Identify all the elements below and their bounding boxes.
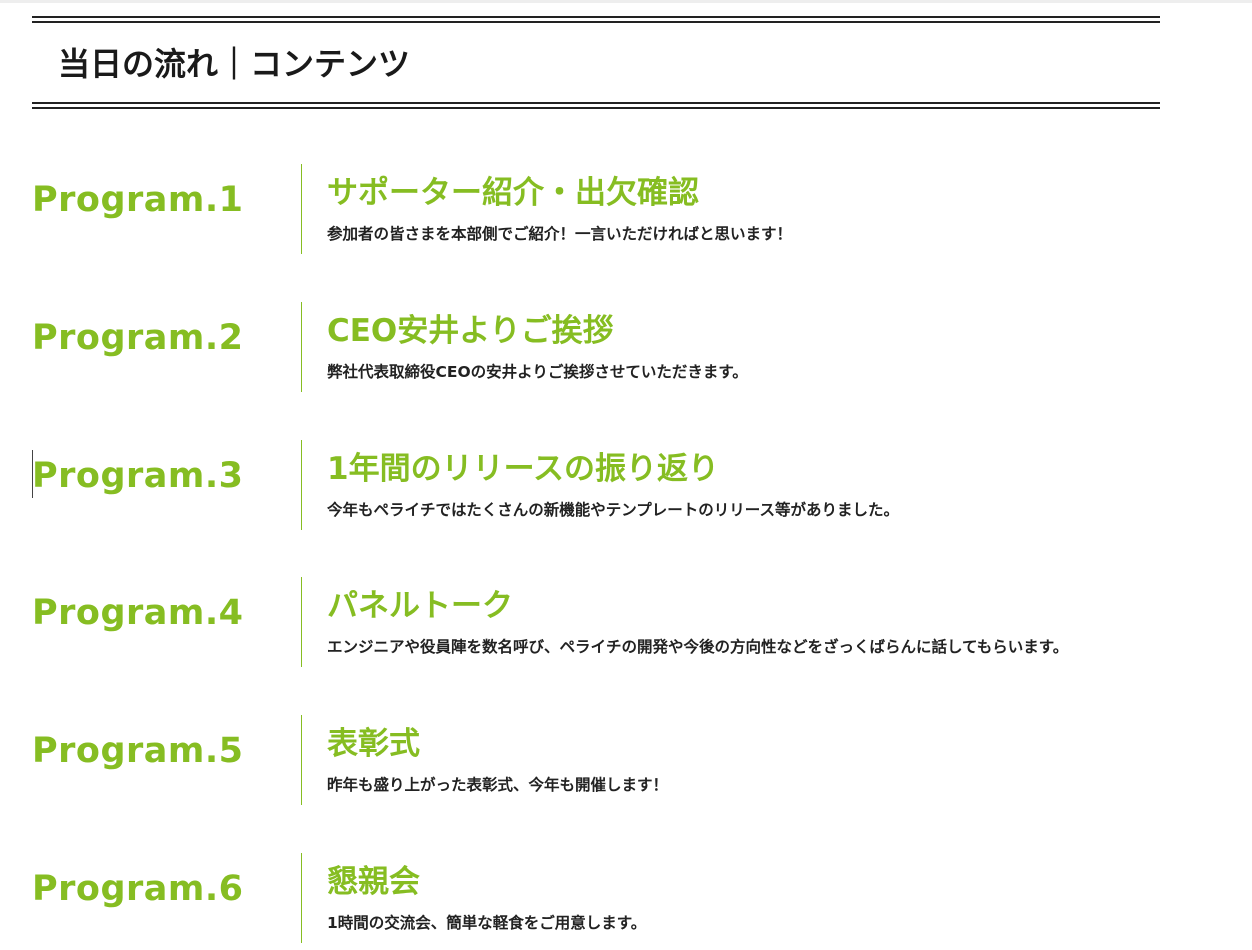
section-title: 当日の流れ｜コンテンツ [58, 45, 411, 83]
program-title: CEO安井よりご挨拶 [327, 313, 614, 349]
program-title: 懇親会 [327, 864, 420, 900]
program-description: 弊社代表取締役CEOの安井よりご挨拶させていただきます。 [327, 363, 748, 381]
program-item: Program.1 サポーター紹介・出欠確認 参加者の皆さまを本部側でご紹介！一… [32, 164, 1182, 254]
program-divider [301, 715, 302, 805]
program-number: Program.3 [32, 456, 244, 496]
program-item: Program.6 懇親会 1時間の交流会、簡単な軽食をご用意します。 [32, 853, 1182, 943]
program-item: Program.4 パネルトーク エンジニアや役員陣を数名呼び、ペライチの開発や… [32, 577, 1182, 667]
program-description: 1時間の交流会、簡単な軽食をご用意します。 [327, 914, 647, 932]
header-bottom-rule-inner [32, 102, 1160, 104]
program-description: 今年もペライチではたくさんの新機能やテンプレートのリリース等がありました。 [327, 501, 899, 519]
header-top-rule [32, 16, 1160, 18]
program-title: 表彰式 [327, 726, 420, 762]
program-description: 昨年も盛り上がった表彰式、今年も開催します！ [327, 776, 669, 794]
program-number: Program.5 [32, 731, 244, 771]
program-item: Program.2 CEO安井よりご挨拶 弊社代表取締役CEOの安井よりご挨拶さ… [32, 302, 1182, 392]
text-cursor [32, 450, 33, 498]
program-title: パネルトーク [327, 588, 513, 624]
header-top-rule-inner [32, 21, 1160, 23]
program-title: 1年間のリリースの振り返り [327, 451, 720, 487]
program-divider [301, 853, 302, 943]
program-number: Program.1 [32, 180, 244, 220]
program-number: Program.6 [32, 869, 244, 909]
program-description: 参加者の皆さまを本部側でご紹介！一言いただければと思います！ [327, 225, 793, 243]
program-number: Program.2 [32, 318, 244, 358]
top-edge [0, 0, 1252, 3]
program-number: Program.4 [32, 593, 244, 633]
program-divider [301, 440, 302, 530]
program-divider [301, 577, 302, 667]
program-item: Program.5 表彰式 昨年も盛り上がった表彰式、今年も開催します！ [32, 715, 1182, 805]
section-header: 当日の流れ｜コンテンツ [32, 16, 1160, 110]
program-divider [301, 302, 302, 392]
program-title: サポーター紹介・出欠確認 [327, 175, 699, 211]
program-item: Program.3 1年間のリリースの振り返り 今年もペライチではたくさんの新機… [32, 440, 1182, 530]
program-divider [301, 164, 302, 254]
header-bottom-rule [32, 107, 1160, 109]
program-description: エンジニアや役員陣を数名呼び、ペライチの開発や今後の方向性などをざっくばらんに話… [327, 638, 1069, 656]
